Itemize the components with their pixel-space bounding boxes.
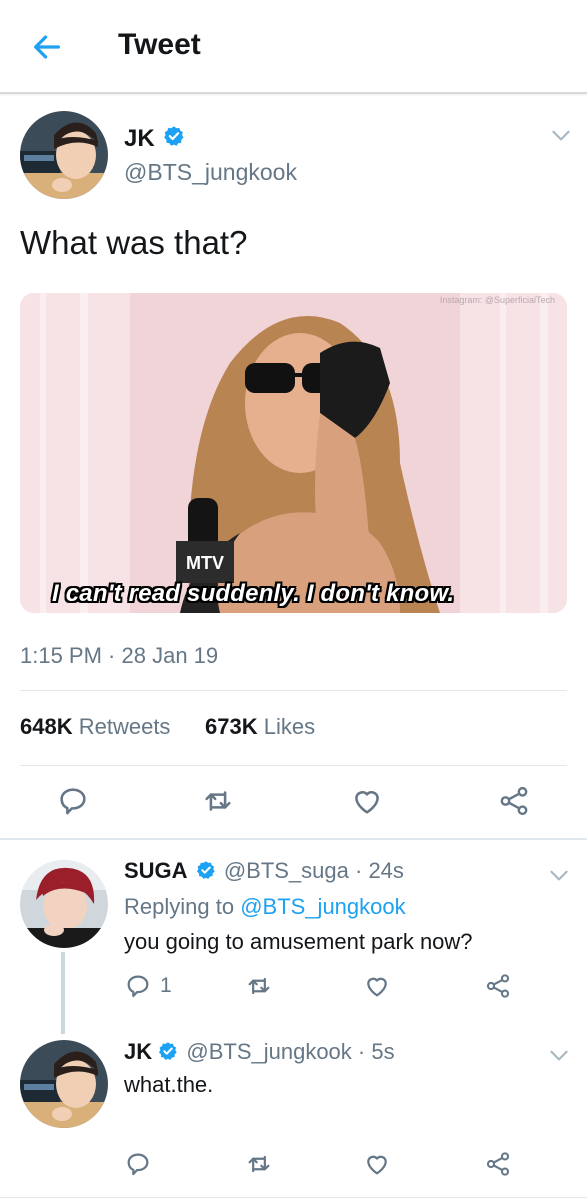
heart-icon[interactable] <box>363 972 391 1000</box>
reply-age: 24s <box>368 858 404 883</box>
reply-icon[interactable] <box>124 1150 152 1178</box>
retweets-stat[interactable]: 648K Retweets <box>20 714 170 740</box>
divider <box>20 765 567 766</box>
retweet-icon[interactable] <box>244 1150 274 1178</box>
avatar-suga[interactable] <box>20 860 108 948</box>
thread-line <box>61 952 65 1034</box>
media-image: MTV <box>20 293 567 613</box>
media-watermark: Instagram: @SuperficialTech <box>439 295 555 305</box>
bottom-divider <box>0 1197 587 1198</box>
reply-icon[interactable] <box>56 784 90 818</box>
likes-stat[interactable]: 673K Likes <box>205 714 315 740</box>
heart-icon[interactable] <box>363 1150 391 1178</box>
replying-to-handle[interactable]: @BTS_jungkook <box>240 894 405 919</box>
author-handle[interactable]: @BTS_jungkook <box>124 159 297 186</box>
verified-badge-icon <box>159 1042 177 1061</box>
chevron-down-icon[interactable] <box>548 122 574 148</box>
chevron-down-icon[interactable] <box>546 862 572 888</box>
divider <box>20 690 567 691</box>
reply-header: SUGA @BTS_suga · 24s <box>124 858 404 884</box>
tweet-timestamp: 1:15 PM · 28 Jan 19 <box>20 643 218 669</box>
share-icon[interactable] <box>497 784 531 818</box>
author-name[interactable]: JK <box>124 125 155 153</box>
retweet-icon[interactable] <box>200 784 236 818</box>
likes-count: 673K <box>205 714 258 739</box>
reply-count: 1 <box>160 974 172 997</box>
page-title: Tweet <box>118 28 201 61</box>
retweet-icon[interactable] <box>244 972 274 1000</box>
reply-header: JK @BTS_jungkook · 5s <box>124 1039 395 1065</box>
heart-icon[interactable] <box>350 784 384 818</box>
top-bar <box>0 0 587 94</box>
share-icon[interactable] <box>484 972 512 1000</box>
reply-author-handle[interactable]: @BTS_suga <box>224 858 349 883</box>
verified-badge-icon <box>196 861 215 880</box>
share-icon[interactable] <box>484 1150 512 1178</box>
verified-badge-icon <box>164 126 184 146</box>
reply-author-name[interactable]: JK <box>124 1039 152 1064</box>
retweets-count: 648K <box>20 714 73 739</box>
reply-text: what.the. <box>124 1072 214 1097</box>
arrow-left-icon[interactable] <box>30 30 64 64</box>
avatar-jk[interactable] <box>20 111 108 199</box>
tweet-text: What was that? <box>20 224 248 261</box>
svg-text:MTV: MTV <box>186 553 224 573</box>
reply-age: 5s <box>371 1039 395 1064</box>
avatar-jk[interactable] <box>20 1040 108 1128</box>
tweet-date: 28 Jan 19 <box>121 643 219 668</box>
reply-dot: · <box>348 858 369 883</box>
section-divider <box>0 838 587 840</box>
tweet-media[interactable]: MTV Instagram: @SuperficialTech I can't … <box>20 293 567 613</box>
reply-author-name[interactable]: SUGA <box>124 858 188 883</box>
reply-text: you going to amusement park now? <box>124 929 473 954</box>
tweet-time: 1:15 PM <box>20 643 102 668</box>
likes-label: Likes <box>263 714 316 739</box>
retweets-label: Retweets <box>78 714 171 739</box>
media-caption: I can't read suddenly. I don't know. <box>52 580 455 607</box>
replying-to: Replying to @BTS_jungkook <box>124 894 406 920</box>
reply-icon[interactable] <box>124 972 152 1000</box>
chevron-down-icon[interactable] <box>546 1042 572 1068</box>
reply-author-handle[interactable]: @BTS_jungkook <box>186 1039 351 1064</box>
timestamp-separator: · <box>101 643 122 668</box>
replying-to-prefix: Replying to <box>124 894 235 919</box>
reply-dot: · <box>351 1039 372 1064</box>
